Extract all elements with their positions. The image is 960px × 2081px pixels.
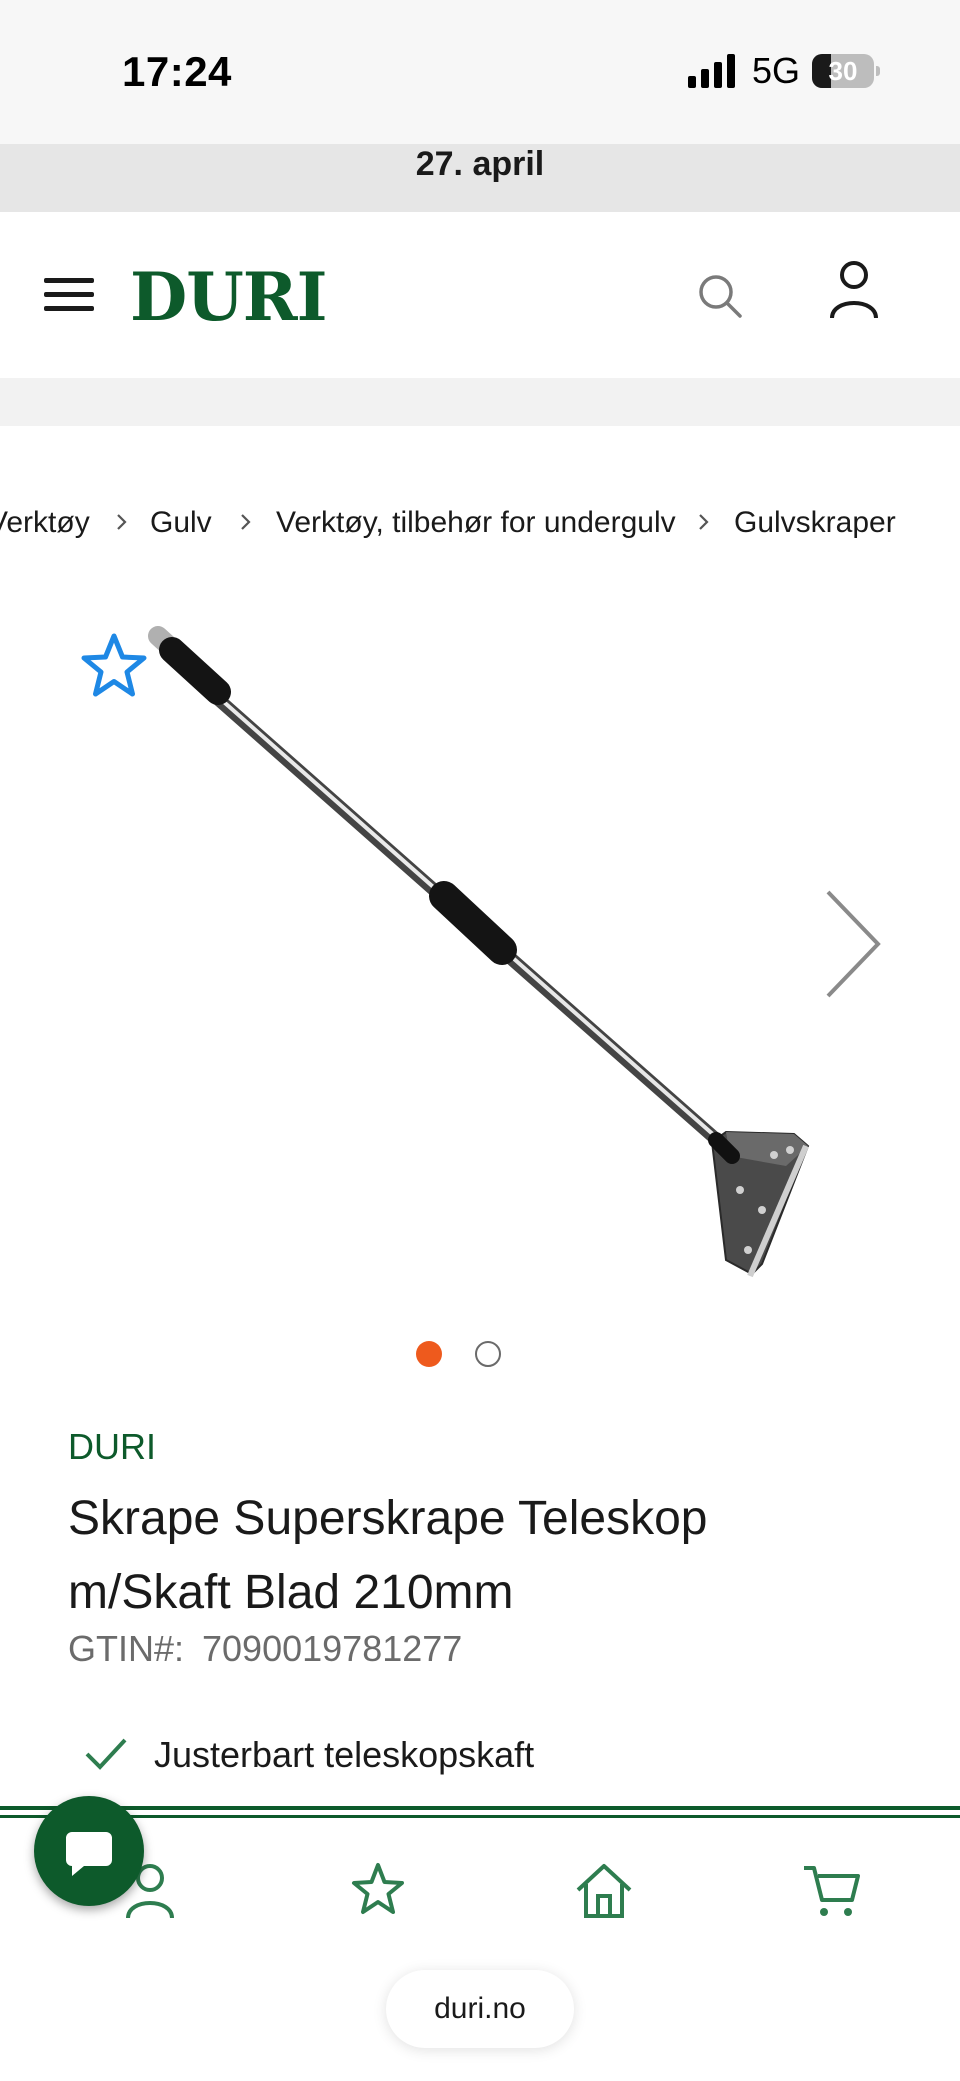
status-bar: 17:24 5G 30: [0, 0, 960, 144]
product-brand[interactable]: DURI: [68, 1426, 156, 1468]
browser-url-bar[interactable]: duri.no: [386, 1970, 574, 2048]
chevron-right-icon[interactable]: [820, 886, 886, 1002]
product-title: Skrape Superskrape Teleskop m/Skaft Blad…: [68, 1492, 708, 1619]
chevron-right-icon: [241, 514, 251, 530]
breadcrumb-item-gulvskraper[interactable]: Gulvskraper: [734, 506, 896, 540]
search-icon[interactable]: [696, 272, 744, 320]
carousel-dot-1[interactable]: [416, 1341, 442, 1367]
breadcrumb: Verktøy Gulv Verktøy, tilbehør for under…: [0, 502, 960, 548]
promo-band: [0, 378, 960, 426]
gtin-value: 7090019781277: [202, 1628, 463, 1669]
announcement-bar: 27. april: [0, 144, 960, 212]
menu-icon[interactable]: [44, 272, 94, 316]
floor-scraper-product-image: [148, 626, 810, 1278]
site-logo[interactable]: DURI: [130, 258, 328, 336]
breadcrumb-item-undergulv[interactable]: Verktøy, tilbehør for undergulv: [276, 506, 676, 540]
announcement-text: 27. april: [415, 145, 545, 183]
breadcrumb-item-gulv[interactable]: Gulv: [150, 506, 212, 540]
check-icon: [85, 1738, 127, 1770]
breadcrumb-item-verktoy[interactable]: Verktøy: [0, 506, 90, 540]
star-icon[interactable]: [348, 1860, 408, 1920]
user-icon[interactable]: [828, 260, 880, 320]
signal-strength-icon: [688, 54, 735, 88]
chevron-right-icon: [699, 514, 709, 530]
chat-button[interactable]: [34, 1796, 144, 1906]
battery-icon: 30: [812, 54, 880, 88]
network-type: 5G: [752, 50, 801, 91]
cart-icon[interactable]: [802, 1860, 862, 1920]
battery-percent: 30: [828, 56, 858, 86]
home-icon[interactable]: [574, 1860, 634, 1920]
carousel-dot-2[interactable]: [475, 1341, 501, 1367]
gtin-label: GTIN#:: [68, 1628, 185, 1669]
status-time: 17:24: [122, 48, 232, 95]
feature-text: Justerbart teleskopskaft: [154, 1734, 535, 1775]
chevron-right-icon: [117, 514, 127, 530]
chat-bubble-icon: [66, 1832, 112, 1876]
star-outline-icon[interactable]: [76, 630, 152, 704]
product-gtin: GTIN#: 7090019781277: [68, 1628, 462, 1670]
page: 17:24 5G 30 27. april DURI erktøy Gulv V…: [0, 0, 960, 2081]
site-header: DURI: [0, 212, 960, 378]
product-gallery[interactable]: [0, 600, 960, 1320]
